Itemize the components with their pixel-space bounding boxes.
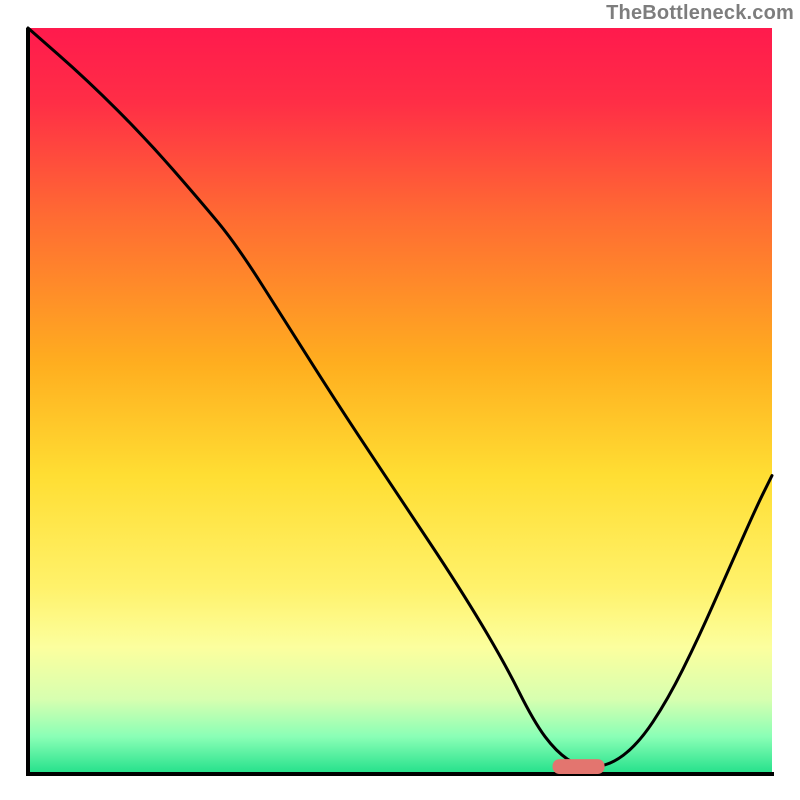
plot-background: [28, 28, 772, 774]
chart-container: TheBottleneck.com: [0, 0, 800, 800]
chart-svg: [0, 0, 800, 800]
attribution-text: TheBottleneck.com: [606, 2, 794, 25]
optimal-range-marker: [553, 759, 605, 774]
